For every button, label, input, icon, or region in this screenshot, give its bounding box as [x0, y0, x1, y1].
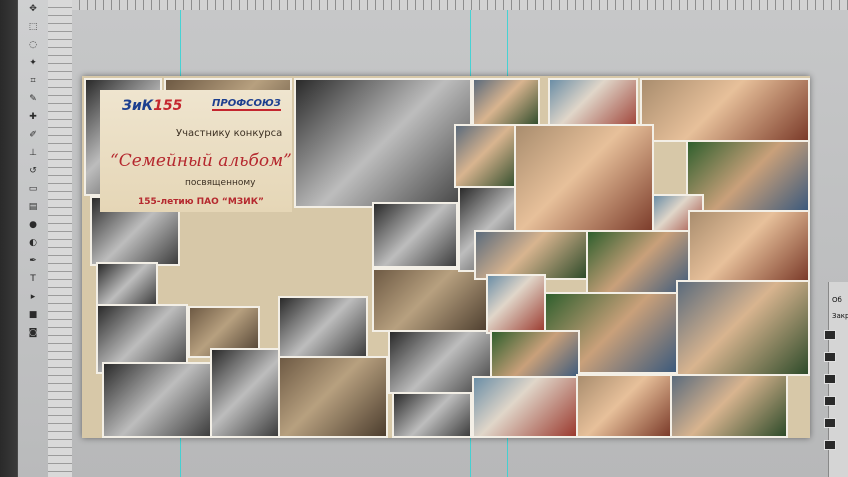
photo-tile — [670, 374, 788, 438]
photo-tile — [490, 330, 580, 380]
stamp-tool-icon[interactable]: ⊥ — [26, 148, 40, 158]
photo-tile — [96, 262, 158, 306]
healing-brush-tool-icon[interactable]: ✚ — [26, 112, 40, 122]
photo-tile — [688, 210, 810, 282]
magic-wand-tool-icon[interactable]: ✦ — [26, 58, 40, 68]
layer-thumb[interactable] — [824, 418, 836, 428]
marquee-tool-icon[interactable]: ⬚ — [26, 22, 40, 32]
move-tool-icon[interactable]: ✥ — [26, 4, 40, 14]
photo-tile — [686, 140, 810, 212]
photo-tile — [586, 230, 690, 294]
blend-mode-label[interactable]: Об — [832, 296, 842, 304]
eraser-tool-icon[interactable]: ▭ — [26, 184, 40, 194]
photo-tile — [474, 230, 588, 280]
photo-tile — [676, 280, 810, 376]
vertical-ruler — [48, 0, 73, 477]
photo-tile — [576, 374, 672, 438]
lasso-tool-icon[interactable]: ◌ — [26, 40, 40, 50]
history-brush-tool-icon[interactable]: ↺ — [26, 166, 40, 176]
photo-tile — [472, 376, 578, 438]
horizontal-ruler — [72, 0, 848, 10]
blur-tool-icon[interactable]: ● — [26, 220, 40, 230]
dedicated-text: посвященному — [185, 178, 256, 188]
photo-tile — [486, 274, 546, 334]
photo-tile — [278, 296, 368, 358]
union-logo: ПРОФСОЮЗ — [212, 98, 281, 111]
path-selection-tool-icon[interactable]: ▸ — [26, 292, 40, 302]
tools-panel: ✥ ⬚ ◌ ✦ ⌗ ✎ ✚ ✐ ⊥ ↺ ▭ ▤ ● ◐ ✒ T ▸ ■ ◙ — [18, 0, 49, 477]
type-tool-icon[interactable]: T — [26, 274, 40, 284]
layer-thumb[interactable] — [824, 352, 836, 362]
company-logo: ЗиК155 — [122, 98, 183, 114]
dodge-tool-icon[interactable]: ◐ — [26, 238, 40, 248]
quick-mask-icon[interactable]: ◙ — [26, 328, 40, 338]
eyedropper-tool-icon[interactable]: ✎ — [26, 94, 40, 104]
photo-tile — [454, 124, 520, 188]
layer-thumb[interactable] — [824, 440, 836, 450]
brush-tool-icon[interactable]: ✐ — [26, 130, 40, 140]
shape-tool-icon[interactable]: ■ — [26, 310, 40, 320]
layer-thumb[interactable] — [824, 374, 836, 384]
photo-tile — [102, 362, 212, 438]
photo-tile — [640, 78, 810, 142]
layer-thumb[interactable] — [824, 330, 836, 340]
crop-tool-icon[interactable]: ⌗ — [26, 76, 40, 86]
pen-tool-icon[interactable]: ✒ — [26, 256, 40, 266]
photo-tile — [392, 392, 472, 438]
photo-tile — [210, 348, 280, 438]
photo-tile — [278, 356, 388, 438]
photo-tile — [294, 78, 472, 208]
photo-tile — [472, 78, 540, 128]
photo-tile — [514, 124, 654, 234]
anniversary-text: 155-летию ПАО “МЗИК” — [138, 197, 264, 207]
album-title: “Семейный альбом” — [110, 151, 292, 171]
photo-tile — [372, 202, 458, 268]
gradient-tool-icon[interactable]: ▤ — [26, 202, 40, 212]
layer-thumb[interactable] — [824, 396, 836, 406]
lock-label: Закре — [832, 312, 848, 320]
participant-text: Участнику конкурса — [176, 128, 283, 139]
